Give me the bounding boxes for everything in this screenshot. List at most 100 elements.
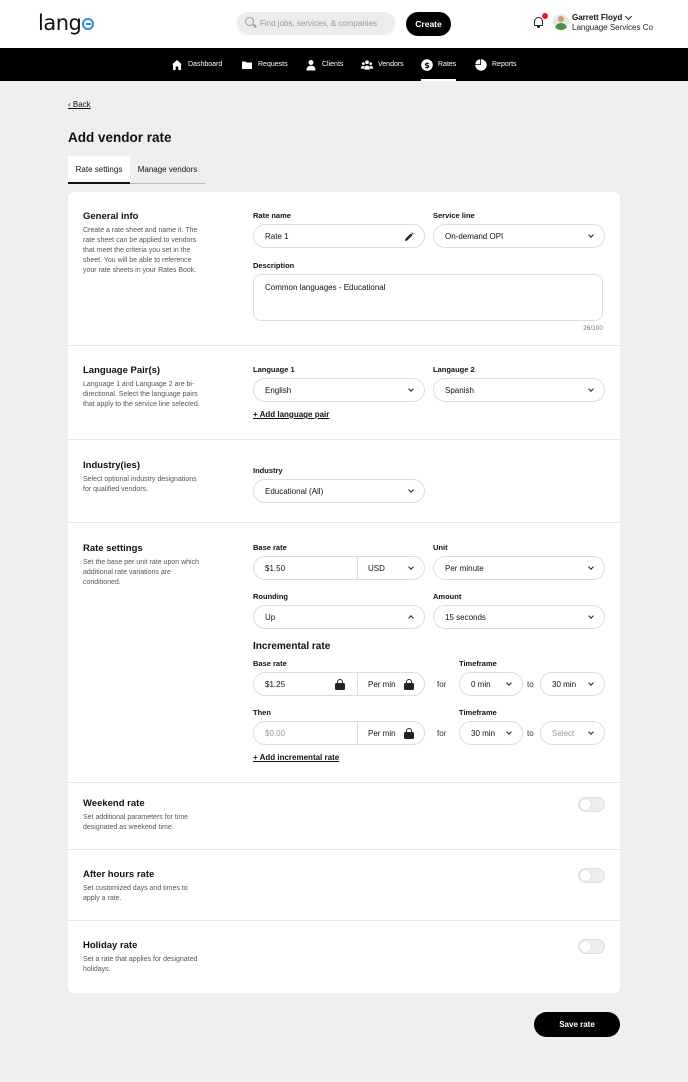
- after-hours-rate-title: After hours rate: [83, 869, 155, 880]
- rounding-label: Rounding: [253, 592, 288, 601]
- language-2-value: Spanish: [445, 385, 474, 395]
- holiday-rate-desc: Set a rate that applies for designated h…: [83, 956, 198, 973]
- then-from-select[interactable]: 30 min: [459, 721, 523, 745]
- language-1-value: English: [265, 385, 292, 395]
- bell-icon[interactable]: [534, 17, 543, 28]
- nav-item-reports[interactable]: Reports: [475, 48, 517, 81]
- unit-value: Per minute: [445, 563, 484, 573]
- search-input[interactable]: [260, 12, 390, 35]
- unit-select[interactable]: Per minute: [433, 556, 605, 580]
- for-text: for: [437, 680, 447, 689]
- rounding-select[interactable]: Up: [253, 605, 425, 629]
- field-divider: [357, 557, 358, 579]
- nav-label: Requests: [258, 61, 288, 68]
- tab-manage-vendors[interactable]: Manage vendors: [130, 156, 205, 184]
- then-rate-placeholder: $0.00: [265, 728, 286, 738]
- inc-from-value: 0 min: [471, 679, 491, 689]
- then-label: Then: [253, 708, 271, 717]
- holiday-rate-toggle[interactable]: [578, 939, 605, 954]
- divider: [68, 920, 620, 921]
- home-icon: [171, 59, 183, 71]
- inc-base-rate-label: Base rate: [253, 659, 287, 668]
- lock-icon: [404, 728, 414, 739]
- create-button[interactable]: Create: [406, 12, 451, 36]
- chevron-down-icon: [408, 386, 414, 392]
- currency-select[interactable]: USD: [368, 564, 385, 573]
- logo[interactable]: lang: [38, 11, 95, 35]
- inc-base-rate-value: $1.25: [265, 679, 286, 689]
- then-timeframe-label: Timeframe: [459, 708, 497, 717]
- language-pairs-desc: Language 1 and Language 2 are bi-directi…: [83, 381, 200, 408]
- user-name[interactable]: Garrett Floyd: [572, 13, 622, 22]
- chevron-down-icon: [408, 564, 414, 570]
- inc-to-value: 30 min: [552, 679, 577, 689]
- divider: [68, 782, 620, 783]
- search-icon: [245, 17, 254, 26]
- industry-value: Educational (All): [265, 486, 324, 496]
- language-2-select[interactable]: Spanish: [433, 378, 605, 402]
- weekend-rate-toggle[interactable]: [578, 797, 605, 812]
- inc-base-rate-input[interactable]: $1.25 Per min: [253, 672, 425, 696]
- svg-text:$: $: [424, 61, 430, 70]
- tab-rate-settings[interactable]: Rate settings: [68, 156, 130, 184]
- chevron-down-icon: [588, 232, 594, 238]
- nav-item-rates[interactable]: $ Rates: [421, 48, 457, 81]
- then-from-value: 30 min: [471, 728, 496, 738]
- tabs: Rate settings Manage vendors: [68, 156, 205, 184]
- service-line-select[interactable]: On-demand OPI: [433, 224, 605, 248]
- unit-label: Unit: [433, 543, 448, 552]
- base-rate-input[interactable]: $1.50 USD: [253, 556, 425, 580]
- group-icon: [361, 59, 373, 71]
- save-rate-button[interactable]: Save rate: [534, 1012, 620, 1037]
- notification-dot: [542, 13, 548, 19]
- nav-item-clients[interactable]: Clients: [305, 48, 343, 81]
- after-hours-rate-toggle[interactable]: [578, 868, 605, 883]
- chevron-down-icon[interactable]: [624, 12, 633, 21]
- lock-icon: [404, 679, 414, 690]
- nav-label: Reports: [492, 61, 517, 68]
- avatar[interactable]: [553, 14, 569, 30]
- nav-item-requests[interactable]: Requests: [241, 48, 288, 81]
- rate-settings-desc: Set the base per unit rate upon which ad…: [83, 559, 199, 586]
- chevron-down-icon: [506, 729, 512, 735]
- timeframe-label: Timeframe: [459, 659, 497, 668]
- language-1-select[interactable]: English: [253, 378, 425, 402]
- description-textarea[interactable]: Common languages - Educational: [253, 274, 603, 321]
- rate-settings-title: Rate settings: [83, 543, 143, 554]
- back-link[interactable]: ‹ Back: [68, 100, 91, 109]
- divider: [68, 439, 620, 440]
- industry-label: Industry: [253, 466, 283, 475]
- add-language-pair-link[interactable]: + Add language pair: [253, 410, 329, 419]
- then-to-select[interactable]: Select: [540, 721, 605, 745]
- amount-value: 15 seconds: [445, 612, 486, 622]
- language-1-label: Language 1: [253, 365, 295, 374]
- nav-item-vendors[interactable]: Vendors: [361, 48, 404, 81]
- folder-icon: [241, 59, 253, 71]
- search-box[interactable]: [237, 12, 395, 35]
- incremental-rate-title: Incremental rate: [253, 641, 331, 652]
- field-divider: [357, 673, 358, 695]
- nav-label: Dashboard: [188, 61, 223, 68]
- main-nav: Dashboard Requests Clients Vendors $ Rat…: [0, 48, 688, 81]
- industries-desc: Select optional industry designations fo…: [83, 476, 197, 493]
- then-rate-input[interactable]: $0.00 Per min: [253, 721, 425, 745]
- amount-select[interactable]: 15 seconds: [433, 605, 605, 629]
- to-text: to: [527, 680, 534, 689]
- for-text: for: [437, 729, 447, 738]
- chevron-down-icon: [408, 487, 414, 493]
- nav-item-dashboard[interactable]: Dashboard: [171, 48, 222, 81]
- chevron-down-icon: [588, 564, 594, 570]
- rate-name-input[interactable]: Rate 1: [253, 224, 425, 248]
- base-rate-label: Base rate: [253, 543, 287, 552]
- add-incremental-rate-link[interactable]: + Add incremental rate: [253, 753, 339, 762]
- description-label: Description: [253, 261, 295, 270]
- chevron-down-icon: [506, 680, 512, 686]
- top-bar: lang Create Garrett Floyd Language Servi…: [0, 0, 688, 48]
- chevron-up-icon: [408, 615, 414, 621]
- lock-icon: [335, 679, 345, 690]
- inc-to-select[interactable]: 30 min: [540, 672, 605, 696]
- inc-from-select[interactable]: 0 min: [459, 672, 523, 696]
- pie-chart-icon: [475, 58, 487, 71]
- chevron-down-icon: [588, 386, 594, 392]
- industry-select[interactable]: Educational (All): [253, 479, 425, 503]
